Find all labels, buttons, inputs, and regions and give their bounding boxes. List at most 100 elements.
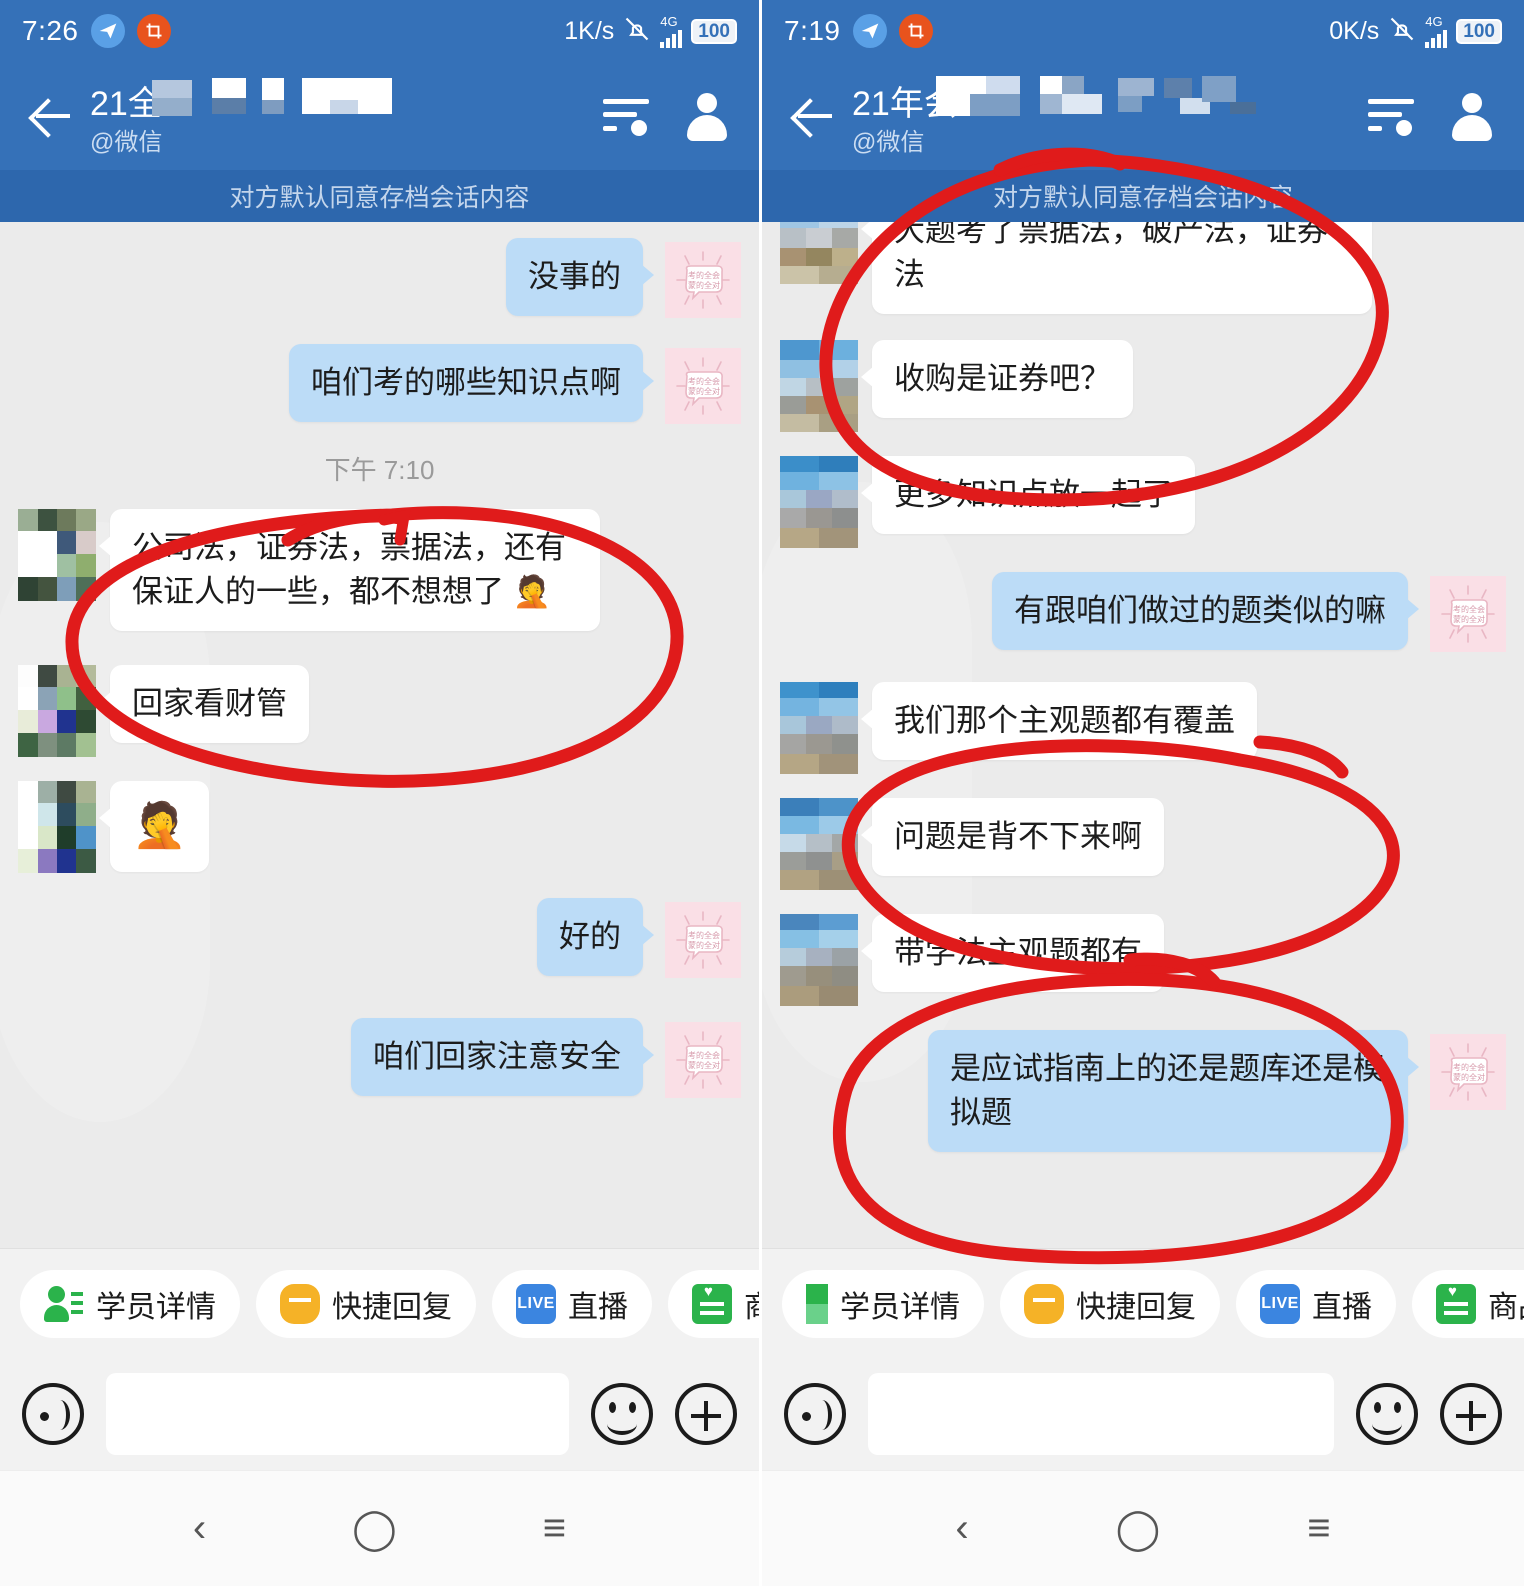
conversation-subtitle: @微信 xyxy=(90,128,163,156)
chip-label: 直播 xyxy=(1312,1290,1372,1324)
conversation-title: 21全 xyxy=(90,76,603,118)
message-input[interactable] xyxy=(868,1373,1334,1455)
person-icon[interactable] xyxy=(685,93,729,141)
message-timestamp: 下午 7:10 xyxy=(324,455,435,485)
svg-text:考的全会: 考的全会 xyxy=(688,376,720,386)
smiley-icon[interactable] xyxy=(591,1383,653,1445)
nav-home-button[interactable]: ◯ xyxy=(1116,1506,1161,1552)
filter-icon[interactable] xyxy=(603,96,649,136)
person-icon[interactable] xyxy=(1450,93,1494,141)
message-bubble[interactable]: 🤦 xyxy=(99,781,209,872)
nav-recents-button[interactable]: ≡ xyxy=(543,1506,566,1551)
network-type: 4G xyxy=(1425,13,1443,29)
live-icon: LIVE xyxy=(516,1283,556,1324)
chip-label: 快捷回复 xyxy=(1076,1290,1196,1324)
chip-label: 学员详情 xyxy=(96,1290,216,1324)
signal-bars-icon xyxy=(660,28,683,48)
quick-reply-button[interactable]: 快捷回复 xyxy=(1000,1269,1220,1338)
product-catalog-button[interactable]: 商品图册 xyxy=(668,1269,759,1338)
smiley-icon[interactable] xyxy=(1356,1383,1418,1445)
message-bubble[interactable]: 大题考了票据法，破产法，证券法 xyxy=(861,222,1372,315)
avatar[interactable]: 考的全会 蒙的全对 xyxy=(665,901,741,978)
dual-screenshot-container: 7:26 1K/s 4G 100 21全 @微信 对方默认同意存档会话内容 没事… xyxy=(0,0,1524,1586)
message-row: 🤦 xyxy=(18,781,741,874)
avatar[interactable]: 考的全会 蒙的全对 xyxy=(665,348,741,424)
quick-reply-icon xyxy=(1024,1283,1064,1324)
message-row: 收购是证券吧？ xyxy=(780,340,1506,433)
nav-back-button[interactable]: ‹ xyxy=(955,1506,968,1551)
status-right-group: 0K/s 4G 100 xyxy=(1329,15,1502,48)
avatar[interactable] xyxy=(18,781,96,874)
message-row: 大题考了票据法，破产法，证券法 xyxy=(780,222,1506,315)
svg-text:考的全会: 考的全会 xyxy=(1453,604,1485,614)
message-row: 是应试指南上的还是题库还是模拟题 考的全会 蒙的全对 xyxy=(780,1030,1506,1153)
message-bubble[interactable]: 有跟咱们做过的题类似的嘛 xyxy=(992,572,1419,651)
product-catalog-button[interactable]: 商品图册 xyxy=(1412,1269,1524,1338)
avatar[interactable]: 考的全会 蒙的全对 xyxy=(665,242,741,318)
avatar[interactable] xyxy=(780,798,858,891)
conversation-title: 21年会 xyxy=(852,75,1368,118)
conversation-subtitle: @微信 xyxy=(852,128,925,156)
voice-icon[interactable] xyxy=(784,1383,846,1445)
message-bubble[interactable]: 更多知识点放一起了 xyxy=(861,456,1195,535)
avatar[interactable]: 考的全会 蒙的全对 xyxy=(665,1021,741,1098)
nav-home-button[interactable]: ◯ xyxy=(352,1506,397,1552)
message-row: 带学法主观题都有 xyxy=(780,914,1506,1007)
plus-icon[interactable] xyxy=(1440,1383,1502,1445)
message-list-left[interactable]: 没事的 考的全会 蒙的全对 咱们考的哪些知识点啊 考的全会 蒙的全对 下午 7:… xyxy=(0,222,759,1248)
redaction-mosaic xyxy=(142,76,502,116)
message-row: 公司法，证券法，票据法，还有保证人的一些，都不想想了 🤦 xyxy=(18,509,741,632)
message-row: 我们那个主观题都有覆盖 xyxy=(780,682,1506,775)
svg-text:蒙的全对: 蒙的全对 xyxy=(688,940,720,950)
quick-actions-toolbar-left: 学员详情 快捷回复 LIVE 直播 商品图册 xyxy=(0,1248,759,1358)
back-arrow-icon[interactable] xyxy=(24,90,76,142)
archive-notice-banner: 对方默认同意存档会话内容 xyxy=(762,170,1524,222)
nav-back-button[interactable]: ‹ xyxy=(193,1506,206,1551)
message-bubble[interactable]: 回家看财管 xyxy=(99,665,309,744)
student-details-button[interactable]: 学员详情 xyxy=(782,1269,984,1338)
message-bubble[interactable]: 咱们回家注意安全 xyxy=(351,1017,654,1096)
message-bubble[interactable]: 咱们考的哪些知识点啊 xyxy=(289,344,654,423)
quick-actions-toolbar-right: 学员详情 快捷回复 LIVE 直播 商品图册 xyxy=(762,1248,1524,1358)
back-arrow-icon[interactable] xyxy=(786,90,838,142)
live-button[interactable]: LIVE 直播 xyxy=(1236,1269,1396,1338)
filter-icon[interactable] xyxy=(1368,96,1414,136)
message-row: 更多知识点放一起了 xyxy=(780,456,1506,549)
avatar[interactable] xyxy=(780,914,858,1007)
avatar[interactable]: 考的全会 蒙的全对 xyxy=(1430,576,1506,653)
avatar[interactable] xyxy=(780,456,858,549)
nav-recents-button[interactable]: ≡ xyxy=(1307,1506,1330,1551)
avatar[interactable]: 考的全会 蒙的全对 xyxy=(1430,1034,1506,1111)
system-nav-bar-left: ‹ ◯ ≡ xyxy=(0,1470,759,1586)
plus-icon[interactable] xyxy=(675,1383,737,1445)
message-bubble[interactable]: 好的 xyxy=(537,897,654,976)
message-bubble[interactable]: 我们那个主观题都有覆盖 xyxy=(861,682,1257,761)
message-bubble[interactable]: 带学法主观题都有 xyxy=(861,914,1164,993)
message-row: 没事的 考的全会 蒙的全对 xyxy=(18,238,741,318)
svg-text:蒙的全对: 蒙的全对 xyxy=(1453,1072,1485,1082)
avatar[interactable] xyxy=(18,509,96,601)
message-bubble[interactable]: 没事的 xyxy=(506,238,654,317)
avatar[interactable] xyxy=(780,222,858,284)
avatar[interactable] xyxy=(780,340,858,433)
message-bubble[interactable]: 收购是证券吧？ xyxy=(861,340,1133,419)
header-actions-right xyxy=(1368,93,1500,141)
quick-reply-button[interactable]: 快捷回复 xyxy=(256,1269,476,1338)
message-row: 好的 考的全会 蒙的全对 xyxy=(18,897,741,978)
voice-icon[interactable] xyxy=(22,1383,84,1445)
message-list-right[interactable]: 大题考了票据法，破产法，证券法 收购是证券吧？ 更多知识点放一起了 有跟咱们做过… xyxy=(762,222,1524,1248)
message-bubble[interactable]: 公司法，证券法，票据法，还有保证人的一些，都不想想了 🤦 xyxy=(99,509,600,632)
live-button[interactable]: LIVE 直播 xyxy=(492,1269,652,1338)
battery-level: 100 xyxy=(691,18,737,44)
message-bubble[interactable]: 是应试指南上的还是题库还是模拟题 xyxy=(928,1030,1419,1153)
avatar[interactable] xyxy=(18,665,96,758)
avatar[interactable] xyxy=(780,682,858,775)
system-nav-bar-right: ‹ ◯ ≡ xyxy=(762,1470,1524,1586)
student-details-button[interactable]: 学员详情 xyxy=(20,1269,240,1338)
message-input-bar-right xyxy=(762,1358,1524,1470)
message-input[interactable] xyxy=(106,1373,569,1455)
signal-bars-icon xyxy=(1425,28,1448,48)
status-time: 7:26 xyxy=(22,15,79,46)
title-bar-left: 21全 @微信 xyxy=(0,62,759,170)
message-bubble[interactable]: 问题是背不下来啊 xyxy=(861,798,1164,877)
